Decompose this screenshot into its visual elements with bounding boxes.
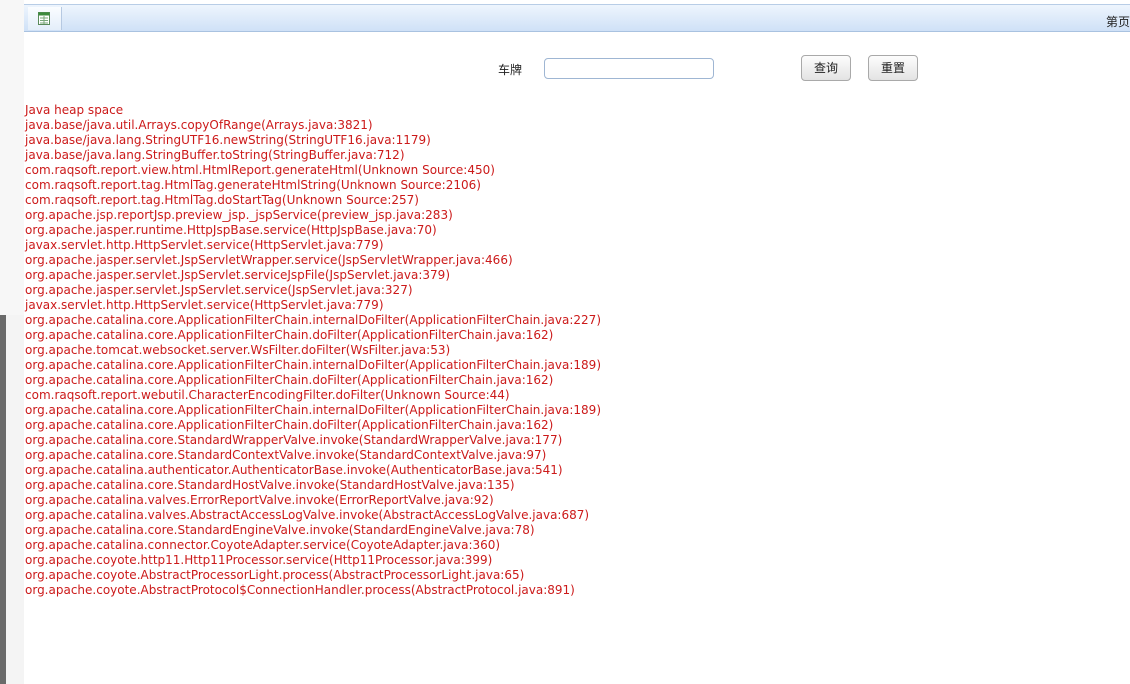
stack-trace-line: org.apache.catalina.core.ApplicationFilt… [25,358,601,372]
error-stack-trace: Java heap space java.base/java.util.Array… [25,103,601,598]
stack-trace-line: org.apache.catalina.core.StandardEngineV… [25,523,535,537]
stack-trace-line: org.apache.catalina.core.ApplicationFilt… [25,403,601,417]
export-excel-button[interactable] [28,7,62,30]
stack-trace-line: java.base/java.lang.StringUTF16.newStrin… [25,133,431,147]
error-message: Java heap space [25,103,124,117]
plate-label: 车牌 [498,63,523,77]
stack-trace-line: org.apache.tomcat.websocket.server.WsFil… [25,343,451,357]
stack-trace-line: org.apache.coyote.AbstractProtocol$Conne… [25,583,575,597]
stack-trace-line: org.apache.coyote.http11.Http11Processor… [25,553,493,567]
stack-trace-line: com.raqsoft.report.tag.HtmlTag.doStartTa… [25,193,419,207]
stack-trace-line: javax.servlet.http.HttpServlet.service(H… [25,238,384,252]
stack-trace-line: com.raqsoft.report.tag.HtmlTag.generateH… [25,178,481,192]
stack-trace-line: org.apache.jasper.servlet.JspServlet.ser… [25,283,413,297]
stack-trace-line: org.apache.catalina.authenticator.Authen… [25,463,563,477]
stack-trace-line: org.apache.jasper.servlet.JspServlet.ser… [25,268,450,282]
stack-trace-line: org.apache.catalina.core.StandardWrapper… [25,433,563,447]
stack-trace-line: org.apache.catalina.core.ApplicationFilt… [25,328,554,342]
excel-icon [38,12,50,25]
left-scrollbar[interactable] [0,315,6,684]
stack-trace-line: java.base/java.util.Arrays.copyOfRange(A… [25,118,373,132]
stack-trace-line: org.apache.catalina.connector.CoyoteAdap… [25,538,501,552]
report-toolbar: 第页 [24,4,1130,32]
stack-trace-line: org.apache.catalina.valves.AbstractAcces… [25,508,590,522]
page-indicator: 第页 [1105,15,1130,29]
stack-trace-line: org.apache.catalina.valves.ErrorReportVa… [25,493,494,507]
stack-trace-line: org.apache.jsp.reportJsp.preview_jsp._js… [25,208,453,222]
stack-trace-line: org.apache.catalina.core.ApplicationFilt… [25,373,554,387]
stack-trace-line: java.base/java.lang.StringBuffer.toStrin… [25,148,405,162]
stack-trace-line: com.raqsoft.report.webutil.CharacterEnco… [25,388,510,402]
stack-trace-line: org.apache.catalina.core.ApplicationFilt… [25,313,601,327]
query-button[interactable]: 查询 [801,55,851,81]
stack-trace-line: org.apache.coyote.AbstractProcessorLight… [25,568,525,582]
stack-trace-line: javax.servlet.http.HttpServlet.service(H… [25,298,384,312]
stack-trace-line: org.apache.catalina.core.StandardHostVal… [25,478,515,492]
left-gutter-top [0,0,24,315]
stack-trace-line: org.apache.jasper.runtime.HttpJspBase.se… [25,223,437,237]
stack-trace-line: org.apache.catalina.core.ApplicationFilt… [25,418,554,432]
reset-button[interactable]: 重置 [868,55,918,81]
plate-input[interactable] [544,58,714,79]
stack-trace-line: org.apache.catalina.core.StandardContext… [25,448,547,462]
stack-trace-line: org.apache.jasper.servlet.JspServletWrap… [25,253,513,267]
stack-trace-line: com.raqsoft.report.view.html.HtmlReport.… [25,163,495,177]
